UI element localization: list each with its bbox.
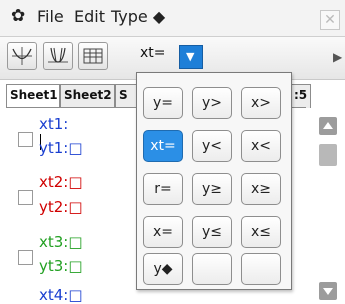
sketch-button[interactable] [43,42,73,70]
scroll-thumb[interactable] [319,144,337,166]
empty-palette-button-1 [192,253,232,285]
toolbar-scroll-right-icon[interactable]: ▶ [333,50,342,64]
tab-sheet3[interactable]: S [115,84,137,108]
close-button[interactable]: ✕ [320,10,340,30]
equation-yt1[interactable]: yt1:□ [39,139,83,157]
graph-icon [12,47,32,65]
type-y-greater-equal-button[interactable]: y≥ [192,173,232,205]
type-y-less-button[interactable]: y< [192,130,232,162]
type-y-more-button[interactable]: y◆ [143,253,183,285]
type-x-greater-button[interactable]: x> [241,87,281,119]
type-x-less-button[interactable]: x< [241,130,281,162]
tab-sheet5[interactable]: :5 [290,84,311,108]
menu-edit[interactable]: Edit [74,7,105,26]
chevron-down-icon: ▼ [186,50,195,63]
equation-checkbox-2[interactable] [18,190,33,205]
type-parametric-button[interactable]: xt= [143,130,183,162]
scroll-up-icon[interactable] [319,117,337,135]
equation-yt2[interactable]: yt2:□ [39,198,83,216]
type-x-greater-equal-button[interactable]: x≥ [241,173,281,205]
table-icon [83,48,103,64]
type-x-equals-button[interactable]: x= [143,216,183,248]
table-button[interactable] [78,42,108,70]
graph-window-button[interactable] [7,42,37,70]
type-y-greater-button[interactable]: y> [192,87,232,119]
graph-type-palette: y= y> x> xt= y< x< r= y≥ x≥ x= y≤ x≤ y◆ [136,72,292,290]
tab-sheet1[interactable]: Sheet1 [6,84,60,108]
type-polar-button[interactable]: r= [143,173,183,205]
empty-palette-button-2 [241,253,281,285]
type-dropdown-button[interactable]: ▼ [179,45,203,69]
menu-bar: ✿ File Edit Type ◆ ✕ [0,0,345,37]
tab-sheet2[interactable]: Sheet2 [60,84,115,108]
gear-icon[interactable]: ✿ [11,6,25,26]
equation-checkbox-3[interactable] [18,250,33,265]
equation-yt3[interactable]: yt3:□ [39,257,83,275]
equation-checkbox-1[interactable] [18,132,33,147]
scroll-down-icon[interactable] [319,282,337,300]
type-y-less-equal-button[interactable]: y≤ [192,216,232,248]
vertical-scrollbar[interactable] [312,107,345,303]
equation-xt3[interactable]: xt3:□ [39,233,83,251]
multi-graph-icon [48,47,68,63]
menu-type[interactable]: Type ◆ [111,7,165,26]
equation-xt2[interactable]: xt2:□ [39,173,83,191]
equation-xt4[interactable]: xt4:□ [39,286,83,304]
type-y-equals-button[interactable]: y= [143,87,183,119]
type-selector-value[interactable]: xt= [140,45,166,61]
type-x-less-equal-button[interactable]: x≤ [241,216,281,248]
menu-file[interactable]: File [37,7,64,26]
